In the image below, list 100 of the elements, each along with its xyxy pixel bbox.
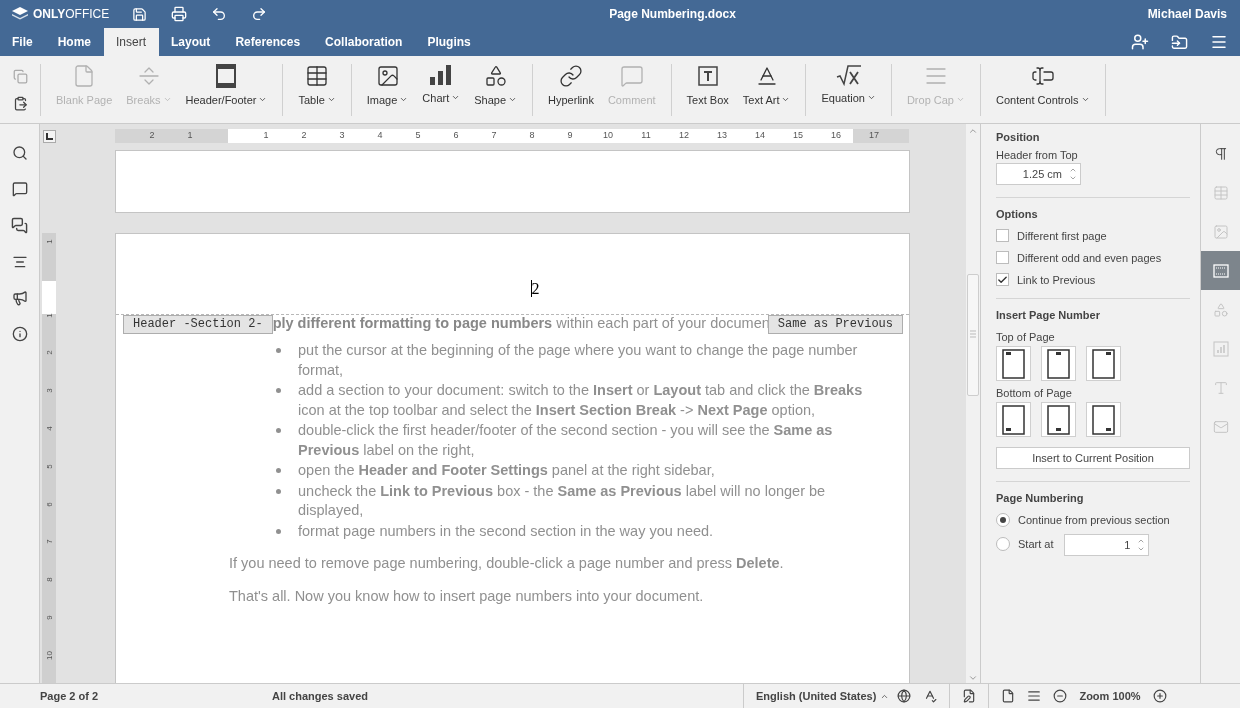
toolbar-button[interactable]: Shape (469, 63, 523, 106)
toolbar-button[interactable]: Chart (417, 63, 466, 104)
position-option[interactable] (1041, 402, 1076, 437)
menu-tab[interactable]: Layout (159, 28, 224, 56)
ruler-number: 7 (491, 130, 497, 140)
comment-icon[interactable] (11, 181, 28, 197)
toolbar-button[interactable]: Text Art (737, 63, 796, 106)
shapes-icon (483, 63, 508, 88)
search-icon[interactable] (11, 145, 28, 161)
chat-icon[interactable] (11, 217, 28, 234)
position-option[interactable] (1041, 346, 1076, 381)
position-option[interactable] (1086, 402, 1121, 437)
menu-icon[interactable] (1210, 33, 1228, 51)
toolbar-button[interactable]: Equation (816, 63, 881, 104)
undo-icon[interactable] (211, 6, 227, 22)
ruler-number: 11 (641, 130, 651, 140)
spell-check-icon[interactable] (923, 689, 938, 703)
ruler-number: 6 (44, 500, 54, 509)
page-number: 2 (530, 280, 540, 297)
save-icon[interactable] (132, 6, 147, 22)
tab-stop-icon[interactable] (42, 130, 56, 143)
page-count: Page 2 of 2 (39, 690, 100, 702)
scrollbar-thumb[interactable] (967, 273, 979, 396)
menu-tab[interactable]: Collaboration (313, 28, 416, 56)
menu-tab[interactable]: References (223, 28, 314, 56)
menu-tab[interactable]: Plugins (415, 28, 484, 56)
zoom-level: Zoom 100% (1079, 690, 1141, 702)
toolbar-button[interactable]: Header/Footer (180, 63, 273, 106)
track-changes-icon[interactable] (962, 689, 977, 703)
toolbar-button[interactable]: Image (361, 63, 414, 106)
zoom-in-icon[interactable] (1152, 689, 1167, 703)
bullet-dot (276, 528, 281, 534)
checkbox-label: Different odd and even pages (1017, 251, 1162, 264)
position-option[interactable] (996, 402, 1031, 437)
radio-button[interactable] (996, 513, 1010, 527)
toolbar-button[interactable]: Content Controls (991, 63, 1095, 106)
ruler-number: 13 (717, 130, 727, 140)
feedback-icon[interactable] (11, 290, 28, 306)
menu-tab[interactable]: Insert (104, 28, 160, 56)
checkbox[interactable] (996, 251, 1009, 264)
print-icon[interactable] (171, 6, 187, 22)
ruler-number: 1 (263, 130, 269, 140)
toolbar-button[interactable]: Text Box (681, 63, 734, 106)
square-root-icon (835, 63, 862, 86)
checkbox-label: Different first page (1017, 229, 1107, 242)
menu-tab[interactable]: Home (45, 28, 104, 56)
fit-width-icon[interactable] (1027, 689, 1042, 703)
save-status: All changes saved (271, 690, 369, 702)
list-item-text: format page numbers in the second section in the way you need. (298, 521, 715, 541)
ruler-number: 14 (755, 130, 765, 140)
add-user-icon[interactable] (1131, 33, 1149, 51)
position-option[interactable] (996, 346, 1031, 381)
redo-icon[interactable] (251, 6, 267, 22)
language-selector[interactable]: English (United States) (743, 684, 898, 708)
radio-button[interactable] (996, 537, 1010, 551)
paste-icon[interactable] (13, 95, 28, 111)
ruler-number: 1 (44, 311, 54, 320)
ruler-number: 10 (44, 649, 54, 662)
insert-button[interactable]: Insert to Current Position (996, 447, 1190, 469)
ruler-number: 16 (831, 130, 841, 140)
ruler-number: 2 (149, 130, 155, 140)
bullet-dot (276, 348, 281, 353)
checkbox[interactable] (996, 229, 1009, 242)
ruler-number: 8 (529, 130, 535, 140)
navigation-icon[interactable] (11, 254, 28, 270)
paragraph-text: If you need to remove page numbering, double-click a page number and press Delete. (229, 554, 785, 573)
table-icon (305, 63, 330, 88)
page-number-position-icon (1047, 348, 1070, 379)
checkbox[interactable] (996, 273, 1009, 286)
text-box-icon (695, 63, 720, 88)
toolbar-button[interactable]: Hyperlink (543, 63, 599, 106)
page-number-position-icon (1047, 404, 1070, 435)
zoom-out-icon[interactable] (1053, 689, 1068, 703)
position-option[interactable] (1086, 346, 1121, 381)
ruler-number: 2 (44, 349, 54, 358)
ruler-number: 9 (567, 130, 573, 140)
globe-icon[interactable] (897, 689, 912, 703)
user-name: Michael Davis (1146, 7, 1228, 21)
info-icon[interactable] (11, 326, 28, 342)
app-logo: ONLYOFFICE (12, 7, 132, 21)
ruler-number: 10 (603, 130, 613, 140)
bullet-dot (276, 488, 281, 494)
ruler-number: 7 (44, 538, 54, 547)
menu-tab[interactable]: File (0, 28, 46, 56)
header-footer-icon (1212, 263, 1229, 278)
paragraph-text: That's all. Now you know how to insert page numbers into your document. (229, 586, 705, 606)
ruler-number: 15 (793, 130, 803, 140)
open-location-icon[interactable] (1171, 33, 1188, 51)
checkbox-label: Link to Previous (1017, 273, 1096, 286)
ruler-number: 3 (44, 387, 54, 395)
sidebar-tab[interactable] (1201, 251, 1240, 290)
fit-page-icon[interactable] (1001, 689, 1016, 703)
section-title: Position (996, 131, 1041, 143)
ruler-number: 5 (44, 463, 54, 471)
section-title: Page Numbering (996, 492, 1085, 504)
link-icon (558, 63, 583, 88)
toolbar-button[interactable]: Table (293, 63, 341, 106)
ruler-number: 1 (44, 238, 54, 246)
bullet-dot (276, 468, 281, 473)
comment-icon (619, 63, 644, 88)
